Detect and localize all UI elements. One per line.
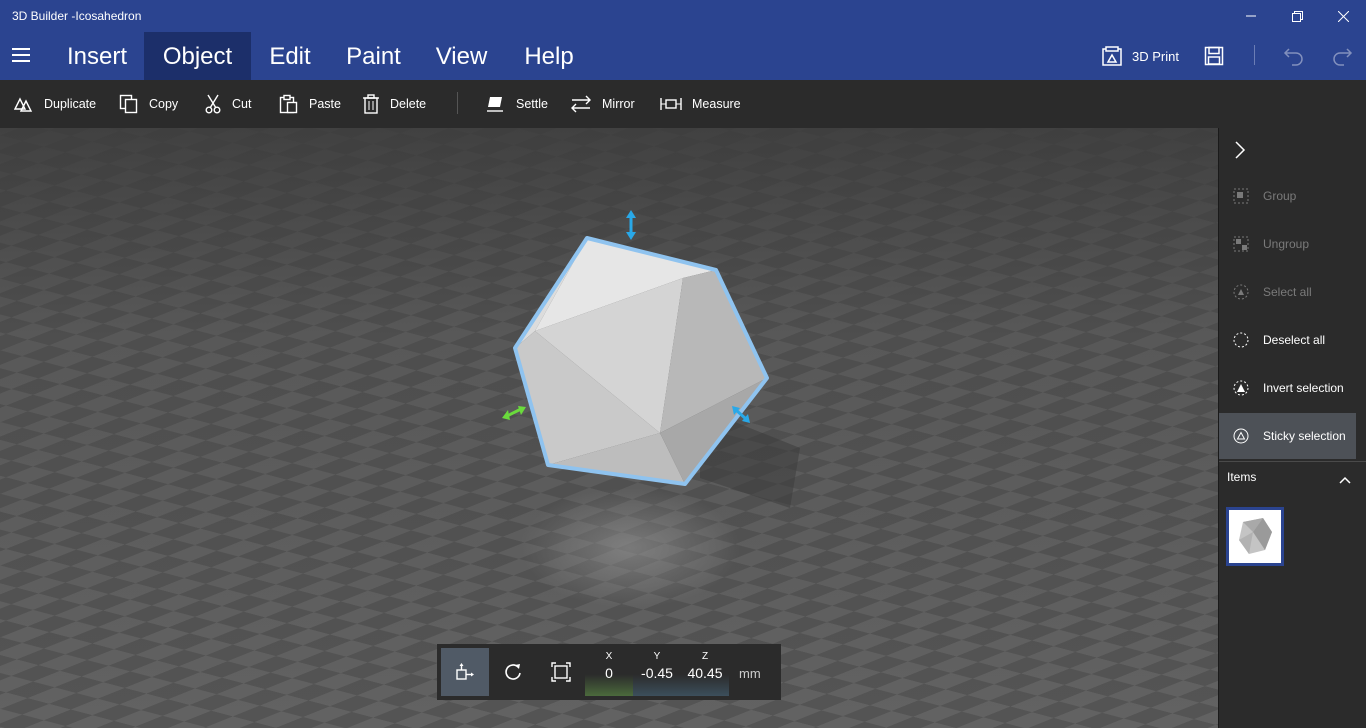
object-toolbar: Duplicate Copy Cut Paste Delete Settle M… — [0, 80, 1366, 128]
ungroup-icon — [1233, 236, 1249, 252]
x-coordinate-field[interactable]: X 0 — [585, 648, 633, 696]
3d-print-label: 3D Print — [1132, 48, 1179, 64]
panel-divider — [1219, 461, 1366, 462]
3d-print-icon — [1102, 46, 1122, 66]
sticky-selection-icon — [1233, 428, 1249, 444]
save-button[interactable] — [1204, 32, 1224, 80]
title-bar: 3D Builder -Icosahedron — [0, 0, 1366, 32]
y-label: Y — [653, 651, 661, 662]
duplicate-icon — [14, 97, 33, 112]
deselect-all-icon — [1233, 332, 1249, 348]
delete-button[interactable]: Delete — [362, 92, 426, 116]
group-icon — [1233, 188, 1249, 204]
settle-button[interactable]: Settle — [486, 92, 548, 116]
rotate-tool-button[interactable] — [489, 648, 537, 696]
sticky-selection-label: Sticky selection — [1263, 429, 1346, 443]
select-all-icon — [1233, 284, 1249, 300]
measure-icon — [660, 98, 682, 110]
collapse-items-button[interactable] — [1338, 472, 1352, 490]
trash-icon — [363, 94, 379, 114]
tab-edit[interactable]: Edit — [251, 32, 329, 80]
window-title: 3D Builder -Icosahedron — [12, 9, 142, 23]
settle-label: Settle — [516, 97, 548, 111]
measure-button[interactable]: Measure — [660, 92, 741, 116]
menu-divider — [1254, 45, 1255, 65]
y-value: -0.45 — [641, 665, 673, 681]
scale-tool-button[interactable] — [537, 648, 585, 696]
group-label: Group — [1263, 189, 1297, 203]
rotate-icon — [505, 664, 521, 680]
selection-panel: Group Ungroup Select all Deselect all In… — [1218, 128, 1366, 728]
cut-label: Cut — [232, 97, 252, 111]
close-button[interactable] — [1320, 0, 1366, 32]
x-value: 0 — [605, 665, 613, 681]
group-button[interactable]: Group — [1219, 173, 1356, 219]
invert-selection-button[interactable]: Invert selection — [1219, 365, 1356, 411]
close-icon — [1337, 10, 1349, 22]
z-label: Z — [701, 651, 709, 662]
tab-insert[interactable]: Insert — [50, 32, 144, 80]
collapse-panel-button[interactable] — [1233, 140, 1247, 165]
tab-paint[interactable]: Paint — [329, 32, 418, 80]
menu-bar: Insert Object Edit Paint View Help 3D Pr… — [0, 32, 1366, 80]
move-icon — [456, 663, 474, 680]
app-window: 3D Builder -Icosahedron Insert Object Ed… — [0, 0, 1366, 728]
measure-label: Measure — [692, 97, 741, 111]
y-coordinate-field[interactable]: Y -0.45 — [633, 648, 681, 696]
icosahedron-thumbnail-icon — [1239, 518, 1272, 554]
restore-button[interactable] — [1274, 0, 1320, 32]
minimize-button[interactable] — [1228, 0, 1274, 32]
duplicate-label: Duplicate — [44, 97, 97, 111]
tab-object[interactable]: Object — [144, 32, 251, 80]
select-all-label: Select all — [1263, 285, 1312, 299]
z-value: 40.45 — [687, 665, 723, 681]
move-tool-button[interactable] — [441, 648, 489, 696]
chevron-up-icon — [1339, 476, 1351, 484]
redo-icon — [1333, 48, 1353, 66]
ungroup-button[interactable]: Ungroup — [1219, 221, 1356, 267]
tab-help[interactable]: Help — [505, 32, 593, 80]
3d-viewport[interactable] — [0, 128, 1218, 728]
paste-button[interactable]: Paste — [279, 92, 341, 116]
scale-icon — [551, 662, 571, 682]
mirror-button[interactable]: Mirror — [570, 92, 635, 116]
tab-view[interactable]: View — [418, 32, 505, 80]
undo-button[interactable] — [1283, 32, 1305, 80]
ungroup-label: Ungroup — [1263, 237, 1310, 251]
mirror-icon — [571, 95, 591, 113]
copy-label: Copy — [149, 97, 179, 111]
item-thumbnail-icosahedron[interactable] — [1226, 507, 1284, 566]
paste-icon — [279, 94, 298, 114]
paste-label: Paste — [309, 97, 341, 111]
hamburger-menu-icon[interactable] — [12, 48, 30, 62]
save-icon — [1204, 46, 1224, 66]
minimize-icon — [1246, 15, 1256, 17]
select-all-button[interactable]: Select all — [1219, 269, 1356, 315]
settle-icon — [487, 97, 503, 112]
delete-label: Delete — [390, 97, 427, 111]
unit-label: mm — [739, 666, 761, 681]
3d-print-button[interactable]: 3D Print — [1102, 32, 1179, 80]
transform-bar: X 0 Y -0.45 Z 40.45 mm — [437, 644, 781, 700]
scissors-icon — [205, 94, 221, 114]
restore-icon — [1291, 10, 1303, 22]
scene-canvas[interactable] — [0, 128, 1218, 728]
x-label: X — [605, 651, 613, 662]
copy-icon — [119, 94, 138, 114]
items-header: Items — [1227, 470, 1257, 484]
invert-selection-label: Invert selection — [1263, 381, 1344, 395]
sticky-selection-button[interactable]: Sticky selection — [1219, 413, 1356, 459]
duplicate-button[interactable]: Duplicate — [14, 92, 96, 116]
undo-icon — [1283, 48, 1303, 66]
cut-button[interactable]: Cut — [204, 92, 251, 116]
redo-button[interactable] — [1331, 32, 1353, 80]
toolbar-divider — [457, 92, 458, 114]
copy-button[interactable]: Copy — [119, 92, 178, 116]
deselect-all-button[interactable]: Deselect all — [1219, 317, 1356, 363]
mirror-label: Mirror — [602, 97, 635, 111]
invert-selection-icon — [1233, 380, 1249, 396]
deselect-all-label: Deselect all — [1263, 333, 1326, 347]
z-coordinate-field[interactable]: Z 40.45 — [681, 648, 729, 696]
chevron-right-icon — [1235, 141, 1246, 159]
